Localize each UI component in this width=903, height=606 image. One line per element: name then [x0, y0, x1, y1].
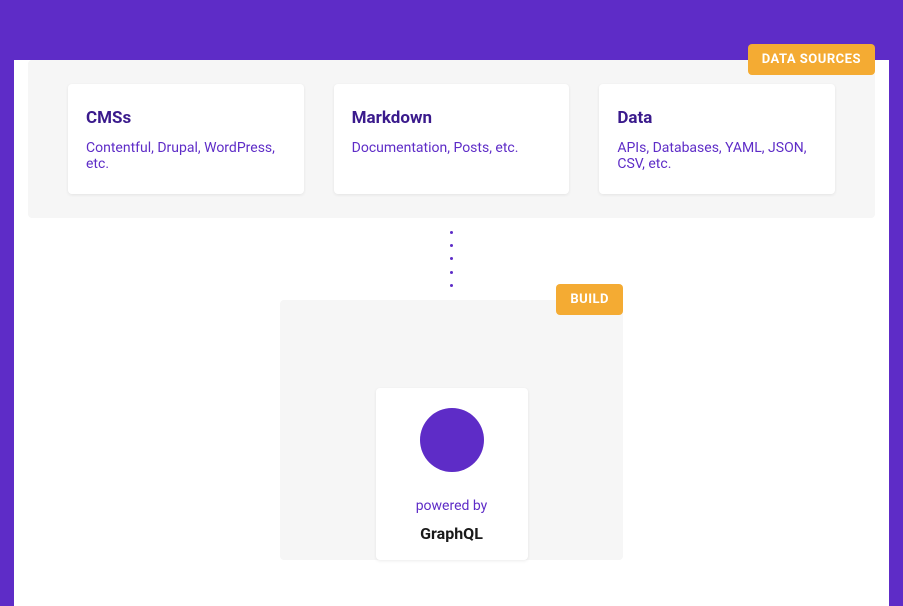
- powered-by-text: powered by: [388, 498, 516, 514]
- graphql-logo-icon: [420, 408, 484, 472]
- card-data: Data APIs, Databases, YAML, JSON, CSV, e…: [599, 84, 835, 194]
- card-title: Markdown: [352, 108, 552, 128]
- card-markdown: Markdown Documentation, Posts, etc.: [334, 84, 570, 194]
- connector-dot-icon: [450, 271, 453, 274]
- card-subtitle: Contentful, Drupal, WordPress, etc.: [86, 140, 286, 172]
- build-section: BUILD powered by GraphQL: [280, 300, 623, 560]
- connector-dot-icon: [450, 257, 453, 260]
- build-card-graphql: powered by GraphQL: [376, 388, 528, 560]
- card-subtitle: APIs, Databases, YAML, JSON, CSV, etc.: [617, 140, 817, 172]
- page-container: DATA SOURCES CMSs Contentful, Drupal, Wo…: [14, 60, 889, 606]
- connector-dot-icon: [450, 284, 453, 287]
- card-subtitle: Documentation, Posts, etc.: [352, 140, 552, 156]
- connector-dots: [14, 218, 889, 300]
- card-title: CMSs: [86, 108, 286, 128]
- card-title: Data: [617, 108, 817, 128]
- data-sources-label: DATA SOURCES: [748, 44, 875, 75]
- connector-dot-icon: [450, 231, 453, 234]
- build-label: BUILD: [556, 284, 623, 315]
- data-sources-section: DATA SOURCES CMSs Contentful, Drupal, Wo…: [28, 60, 875, 218]
- graphql-name: GraphQL: [388, 524, 516, 543]
- card-cmss: CMSs Contentful, Drupal, WordPress, etc.: [68, 84, 304, 194]
- connector-dot-icon: [450, 244, 453, 247]
